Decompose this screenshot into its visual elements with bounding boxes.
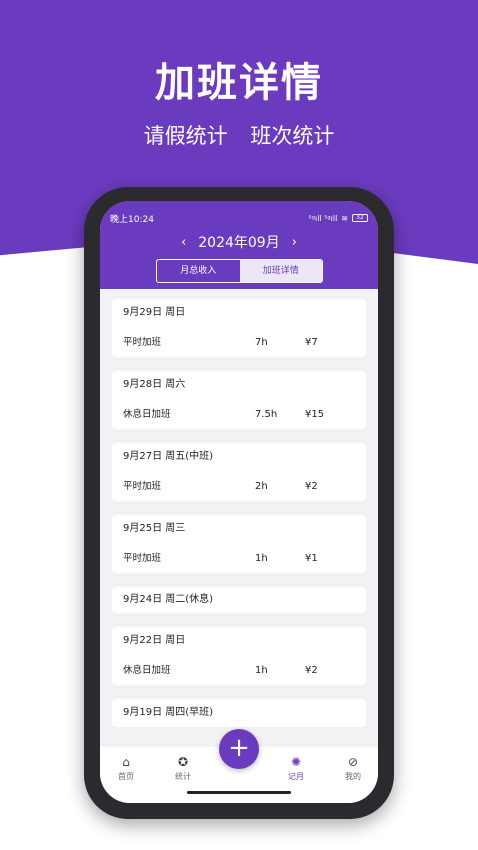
record-hours: 2h bbox=[255, 481, 268, 492]
record-date: 9月28日 周六 bbox=[123, 379, 186, 390]
list-item[interactable]: 9月25日 周三 平时加班 1h ¥1 bbox=[112, 515, 366, 573]
next-month-button[interactable]: › bbox=[280, 235, 309, 250]
overtime-list: 9月29日 周日 平时加班 7h ¥7 9月28日 周六 休息日加班 7.5h … bbox=[112, 299, 366, 741]
record-type: 平时加班 bbox=[123, 481, 162, 492]
tab-stats[interactable]: ✪ 统计 bbox=[158, 755, 208, 782]
tab-mine[interactable]: ⊘ 我的 bbox=[328, 755, 378, 782]
status-bar: 晚上10:24 ⁵ᵍıll ⁵ᵍıll ≋ 32 bbox=[110, 211, 368, 225]
current-month: 2024年09月 bbox=[198, 235, 280, 251]
record-hours: 1h bbox=[255, 665, 268, 676]
view-segment-control: 月总收入 加班详情 bbox=[156, 259, 323, 283]
record-type: 平时加班 bbox=[123, 337, 162, 348]
record-date: 9月29日 周日 bbox=[123, 307, 186, 318]
record-date: 9月22日 周日 bbox=[123, 635, 186, 646]
compass-icon: ⊘ bbox=[347, 755, 359, 769]
home-icon: ⌂ bbox=[122, 755, 130, 769]
segment-overtime-detail[interactable]: 加班详情 bbox=[239, 260, 322, 282]
star-icon: ✪ bbox=[177, 755, 189, 769]
tab-label: 记月 bbox=[288, 772, 304, 781]
tab-label: 统计 bbox=[175, 772, 191, 781]
list-item[interactable]: 9月27日 周五(中班) 平时加班 2h ¥2 bbox=[112, 443, 366, 501]
record-date: 9月19日 周四(早班) bbox=[123, 707, 214, 718]
add-record-button[interactable]: + bbox=[219, 729, 259, 769]
tab-label: 我的 bbox=[345, 772, 361, 781]
record-type: 平时加班 bbox=[123, 553, 162, 564]
list-item[interactable]: 9月28日 周六 休息日加班 7.5h ¥15 bbox=[112, 371, 366, 429]
record-money: ¥2 bbox=[305, 665, 318, 676]
record-date: 9月24日 周二(休息) bbox=[123, 594, 214, 605]
record-date: 9月27日 周五(中班) bbox=[123, 451, 214, 462]
signal-icon: ⁵ᵍıll ⁵ᵍıll bbox=[308, 213, 338, 223]
home-indicator bbox=[187, 791, 291, 794]
record-hours: 7.5h bbox=[255, 409, 278, 420]
tab-label: 首页 bbox=[118, 772, 134, 781]
record-money: ¥15 bbox=[305, 409, 325, 420]
phone-screen: 晚上10:24 ⁵ᵍıll ⁵ᵍıll ≋ 32 ‹ 2024年09月 › 月总… bbox=[100, 201, 378, 803]
record-type: 休息日加班 bbox=[123, 665, 171, 676]
promo-title: 加班详情 bbox=[155, 60, 323, 106]
promo-subtitle-right: 班次统计 bbox=[250, 124, 335, 148]
record-money: ¥2 bbox=[305, 481, 318, 492]
promo-subtitle-left: 请假统计 bbox=[143, 124, 228, 148]
tab-home[interactable]: ⌂ 首页 bbox=[101, 755, 151, 782]
list-item[interactable]: 9月22日 周日 休息日加班 1h ¥2 bbox=[112, 627, 366, 685]
month-navigator: ‹ 2024年09月 › bbox=[100, 232, 378, 252]
promo-subtitle: 请假统计 班次统计 bbox=[0, 120, 478, 150]
prev-month-button[interactable]: ‹ bbox=[169, 235, 198, 250]
status-icons: ⁵ᵍıll ⁵ᵍıll ≋ 32 bbox=[309, 214, 368, 223]
record-type: 休息日加班 bbox=[123, 409, 171, 420]
segment-monthly-income[interactable]: 月总收入 bbox=[157, 260, 240, 282]
record-money: ¥7 bbox=[305, 337, 318, 348]
wifi-icon: ≋ bbox=[341, 213, 348, 223]
list-item[interactable]: 9月29日 周日 平时加班 7h ¥7 bbox=[112, 299, 366, 357]
record-money: ¥1 bbox=[305, 553, 318, 564]
tab-month[interactable]: ✺ 记月 bbox=[271, 755, 321, 782]
record-hours: 7h bbox=[255, 337, 268, 348]
battery-icon: 32 bbox=[352, 214, 368, 222]
record-hours: 1h bbox=[255, 553, 268, 564]
list-item[interactable]: 9月19日 周四(早班) bbox=[112, 699, 366, 727]
aperture-icon: ✺ bbox=[290, 755, 302, 769]
record-date: 9月25日 周三 bbox=[123, 523, 186, 534]
status-time: 晚上10:24 bbox=[110, 214, 154, 225]
list-item[interactable]: 9月24日 周二(休息) bbox=[112, 587, 366, 613]
